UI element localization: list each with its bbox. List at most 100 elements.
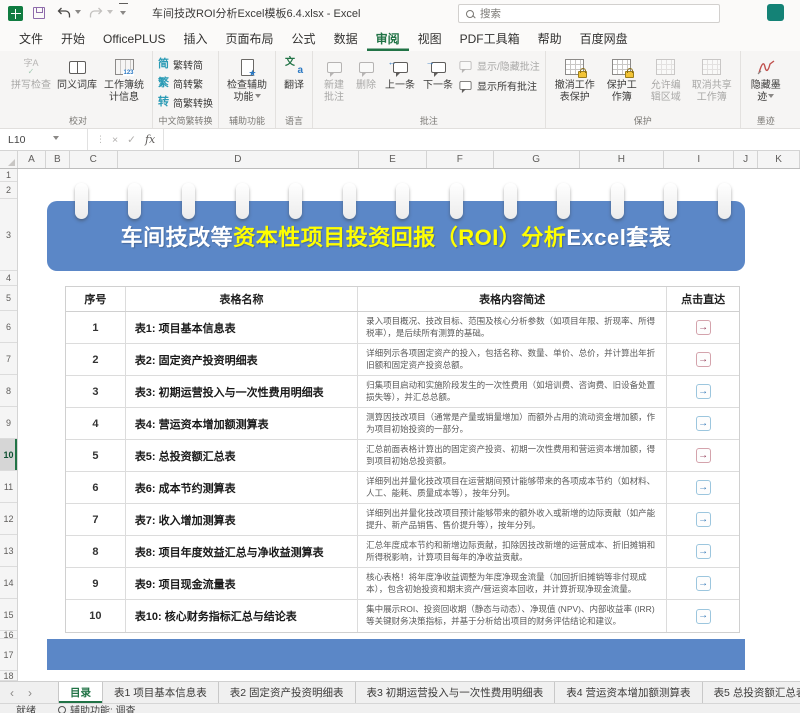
insert-function-icon[interactable]: fx	[145, 133, 155, 146]
row-desc[interactable]: 汇总年度成本节约和新增边际贡献，扣除因技改新增的运营成本、折旧摊销和所得税影响，…	[358, 536, 667, 567]
new-comment-button[interactable]: 新建批注	[318, 54, 350, 104]
row-header[interactable]: 7	[0, 343, 17, 375]
row-no[interactable]: 6	[66, 472, 126, 503]
unprotect-sheet-button[interactable]: 撤消工作表保护	[551, 54, 599, 104]
tab-help[interactable]: 帮助	[529, 26, 571, 51]
go-to-sheet-button[interactable]: →	[696, 352, 711, 367]
go-to-sheet-button[interactable]: →	[696, 480, 711, 495]
row-no[interactable]: 8	[66, 536, 126, 567]
row-header[interactable]: 15	[0, 599, 17, 631]
thesaurus-button[interactable]: 同义词库	[55, 54, 99, 92]
column-header-j[interactable]: J	[734, 151, 758, 168]
tab-file[interactable]: 文件	[10, 26, 52, 51]
go-to-sheet-button[interactable]: →	[696, 384, 711, 399]
column-header-k[interactable]: K	[758, 151, 800, 168]
unshare-workbook-button[interactable]: 取消共享工作簿	[689, 54, 735, 104]
row-desc[interactable]: 详细列示各项固定资产的投入，包括名称、数量、单价、总价，并计算出年折旧额和固定资…	[358, 344, 667, 375]
redo-icon[interactable]	[89, 7, 103, 19]
row-name[interactable]: 表9: 项目现金流量表	[126, 568, 358, 599]
tab-data[interactable]: 数据	[325, 26, 367, 51]
row-name[interactable]: 表4: 营运资本增加额测算表	[126, 408, 358, 439]
sheet-tab-4[interactable]: 表4 营运资本增加额测算表	[555, 682, 702, 703]
workbook-stats-button[interactable]: 123 工作簿统计信息	[101, 54, 147, 104]
go-to-sheet-button[interactable]: →	[696, 512, 711, 527]
row-name[interactable]: 表7: 收入增加测算表	[126, 504, 358, 535]
column-header-h[interactable]: H	[580, 151, 665, 168]
column-header-d[interactable]: D	[118, 151, 359, 168]
cancel-entry-icon[interactable]: ×	[112, 134, 118, 146]
row-no[interactable]: 7	[66, 504, 126, 535]
name-box-dropdown-icon[interactable]	[53, 136, 59, 143]
account-avatar[interactable]	[767, 4, 784, 21]
formula-input[interactable]	[164, 129, 800, 150]
select-all-corner[interactable]	[0, 151, 18, 168]
allow-edit-ranges-button[interactable]: 允许编辑区域	[645, 54, 687, 104]
row-header[interactable]: 1	[0, 169, 17, 182]
column-header-i[interactable]: I	[664, 151, 734, 168]
go-to-sheet-button[interactable]: →	[696, 320, 711, 335]
quick-access-toolbar-menu-icon[interactable]	[119, 3, 128, 24]
row-desc[interactable]: 集中展示ROI、投资回收期（静态与动态）、净现值 (NPV)、内部收益率 (IR…	[358, 600, 667, 632]
row-header[interactable]: 13	[0, 535, 17, 567]
tab-baidu-netdisk[interactable]: 百度网盘	[571, 26, 637, 51]
row-header[interactable]: 6	[0, 311, 17, 343]
protect-workbook-button[interactable]: 保护工作簿	[601, 54, 643, 104]
row-header-selected[interactable]: 10	[0, 439, 17, 471]
column-header-f[interactable]: F	[427, 151, 494, 168]
row-no[interactable]: 4	[66, 408, 126, 439]
row-no[interactable]: 9	[66, 568, 126, 599]
hide-ink-button[interactable]: 隐藏墨迹	[746, 54, 786, 104]
row-header[interactable]: 18	[0, 671, 17, 681]
tab-review[interactable]: 审阅	[367, 26, 409, 51]
row-header[interactable]: 16	[0, 631, 17, 639]
sheet-nav-left-icon[interactable]: ‹	[10, 686, 14, 700]
sheet-tab-5[interactable]: 表5 总投资额汇总表	[703, 682, 800, 703]
row-desc[interactable]: 汇总前面表格计算出的固定资产投资、初期一次性费用和营运资本增加额，得到项目初始总…	[358, 440, 667, 471]
row-header[interactable]: 12	[0, 503, 17, 535]
row-name[interactable]: 表5: 总投资额汇总表	[126, 440, 358, 471]
row-desc[interactable]: 详细列出并量化技改项目预计能够带来的额外收入或新增的边际贡献（如产能提升、新产品…	[358, 504, 667, 535]
show-all-comments-button[interactable]: 显示所有批注	[458, 78, 540, 93]
row-desc[interactable]: 核心表格！将年度净收益调整为年度净现金流量（加回折旧摊销等非付现成本），包含初始…	[358, 568, 667, 599]
tab-insert[interactable]: 插入	[175, 26, 217, 51]
status-accessibility[interactable]: 辅助功能: 调查	[58, 704, 136, 713]
name-box[interactable]: L10	[0, 129, 88, 150]
formula-bar-handle-icon[interactable]: ⋮	[96, 134, 105, 145]
spell-check-button[interactable]: 字A✓ 拼写检查	[9, 54, 53, 92]
tab-pdf-tools[interactable]: PDF工具箱	[451, 26, 529, 51]
go-to-sheet-button[interactable]: →	[696, 416, 711, 431]
row-header[interactable]: 14	[0, 567, 17, 599]
row-header[interactable]: 11	[0, 471, 17, 503]
confirm-entry-icon[interactable]: ✓	[127, 134, 136, 146]
row-name[interactable]: 表8: 项目年度效益汇总与净收益测算表	[126, 536, 358, 567]
undo-dropdown-icon[interactable]	[75, 10, 81, 17]
go-to-sheet-button[interactable]: →	[696, 609, 711, 624]
row-no[interactable]: 5	[66, 440, 126, 471]
next-comment-button[interactable]: → 下一条	[420, 54, 456, 92]
traditional-to-simplified-button[interactable]: 简 繁转简	[158, 57, 203, 72]
sheet-tab-catalog[interactable]: 目录	[58, 682, 103, 703]
row-no[interactable]: 10	[66, 600, 126, 632]
sheet-tab-3[interactable]: 表3 初期运营投入与一次性费用明细表	[356, 682, 556, 703]
row-no[interactable]: 3	[66, 376, 126, 407]
row-desc[interactable]: 录入项目概况、技改目标、范围及核心分析参数（如项目年限、折现率、所得税率），是后…	[358, 312, 667, 343]
redo-dropdown-icon[interactable]	[107, 10, 113, 17]
row-desc[interactable]: 详细列出并量化技改项目在运营期间预计能够带来的各项成本节约（如材料、人工、能耗、…	[358, 472, 667, 503]
show-hide-comment-button[interactable]: 显示/隐藏批注	[458, 58, 540, 73]
check-accessibility-button[interactable]: ★ 检查辅助功能	[224, 54, 270, 104]
row-header[interactable]: 9	[0, 407, 17, 439]
previous-comment-button[interactable]: ← 上一条	[382, 54, 418, 92]
column-header-c[interactable]: C	[70, 151, 118, 168]
go-to-sheet-button[interactable]: →	[696, 576, 711, 591]
tab-formulas[interactable]: 公式	[283, 26, 325, 51]
column-header-b[interactable]: B	[46, 151, 70, 168]
row-desc[interactable]: 归集项目启动和实施阶段发生的一次性费用（如培训费、咨询费、旧设备处置损失等），并…	[358, 376, 667, 407]
row-name[interactable]: 表1: 项目基本信息表	[126, 312, 358, 343]
column-header-g[interactable]: G	[494, 151, 580, 168]
translate-button[interactable]: 文a 翻译	[281, 54, 307, 92]
tab-view[interactable]: 视图	[409, 26, 451, 51]
row-name[interactable]: 表2: 固定资产投资明细表	[126, 344, 358, 375]
row-header[interactable]: 2	[0, 182, 17, 199]
row-no[interactable]: 1	[66, 312, 126, 343]
sheet-canvas[interactable]: 车间技改等资本性项目投资回报（ROI）分析Excel套表 序号 表格名称 表格内…	[18, 169, 800, 681]
